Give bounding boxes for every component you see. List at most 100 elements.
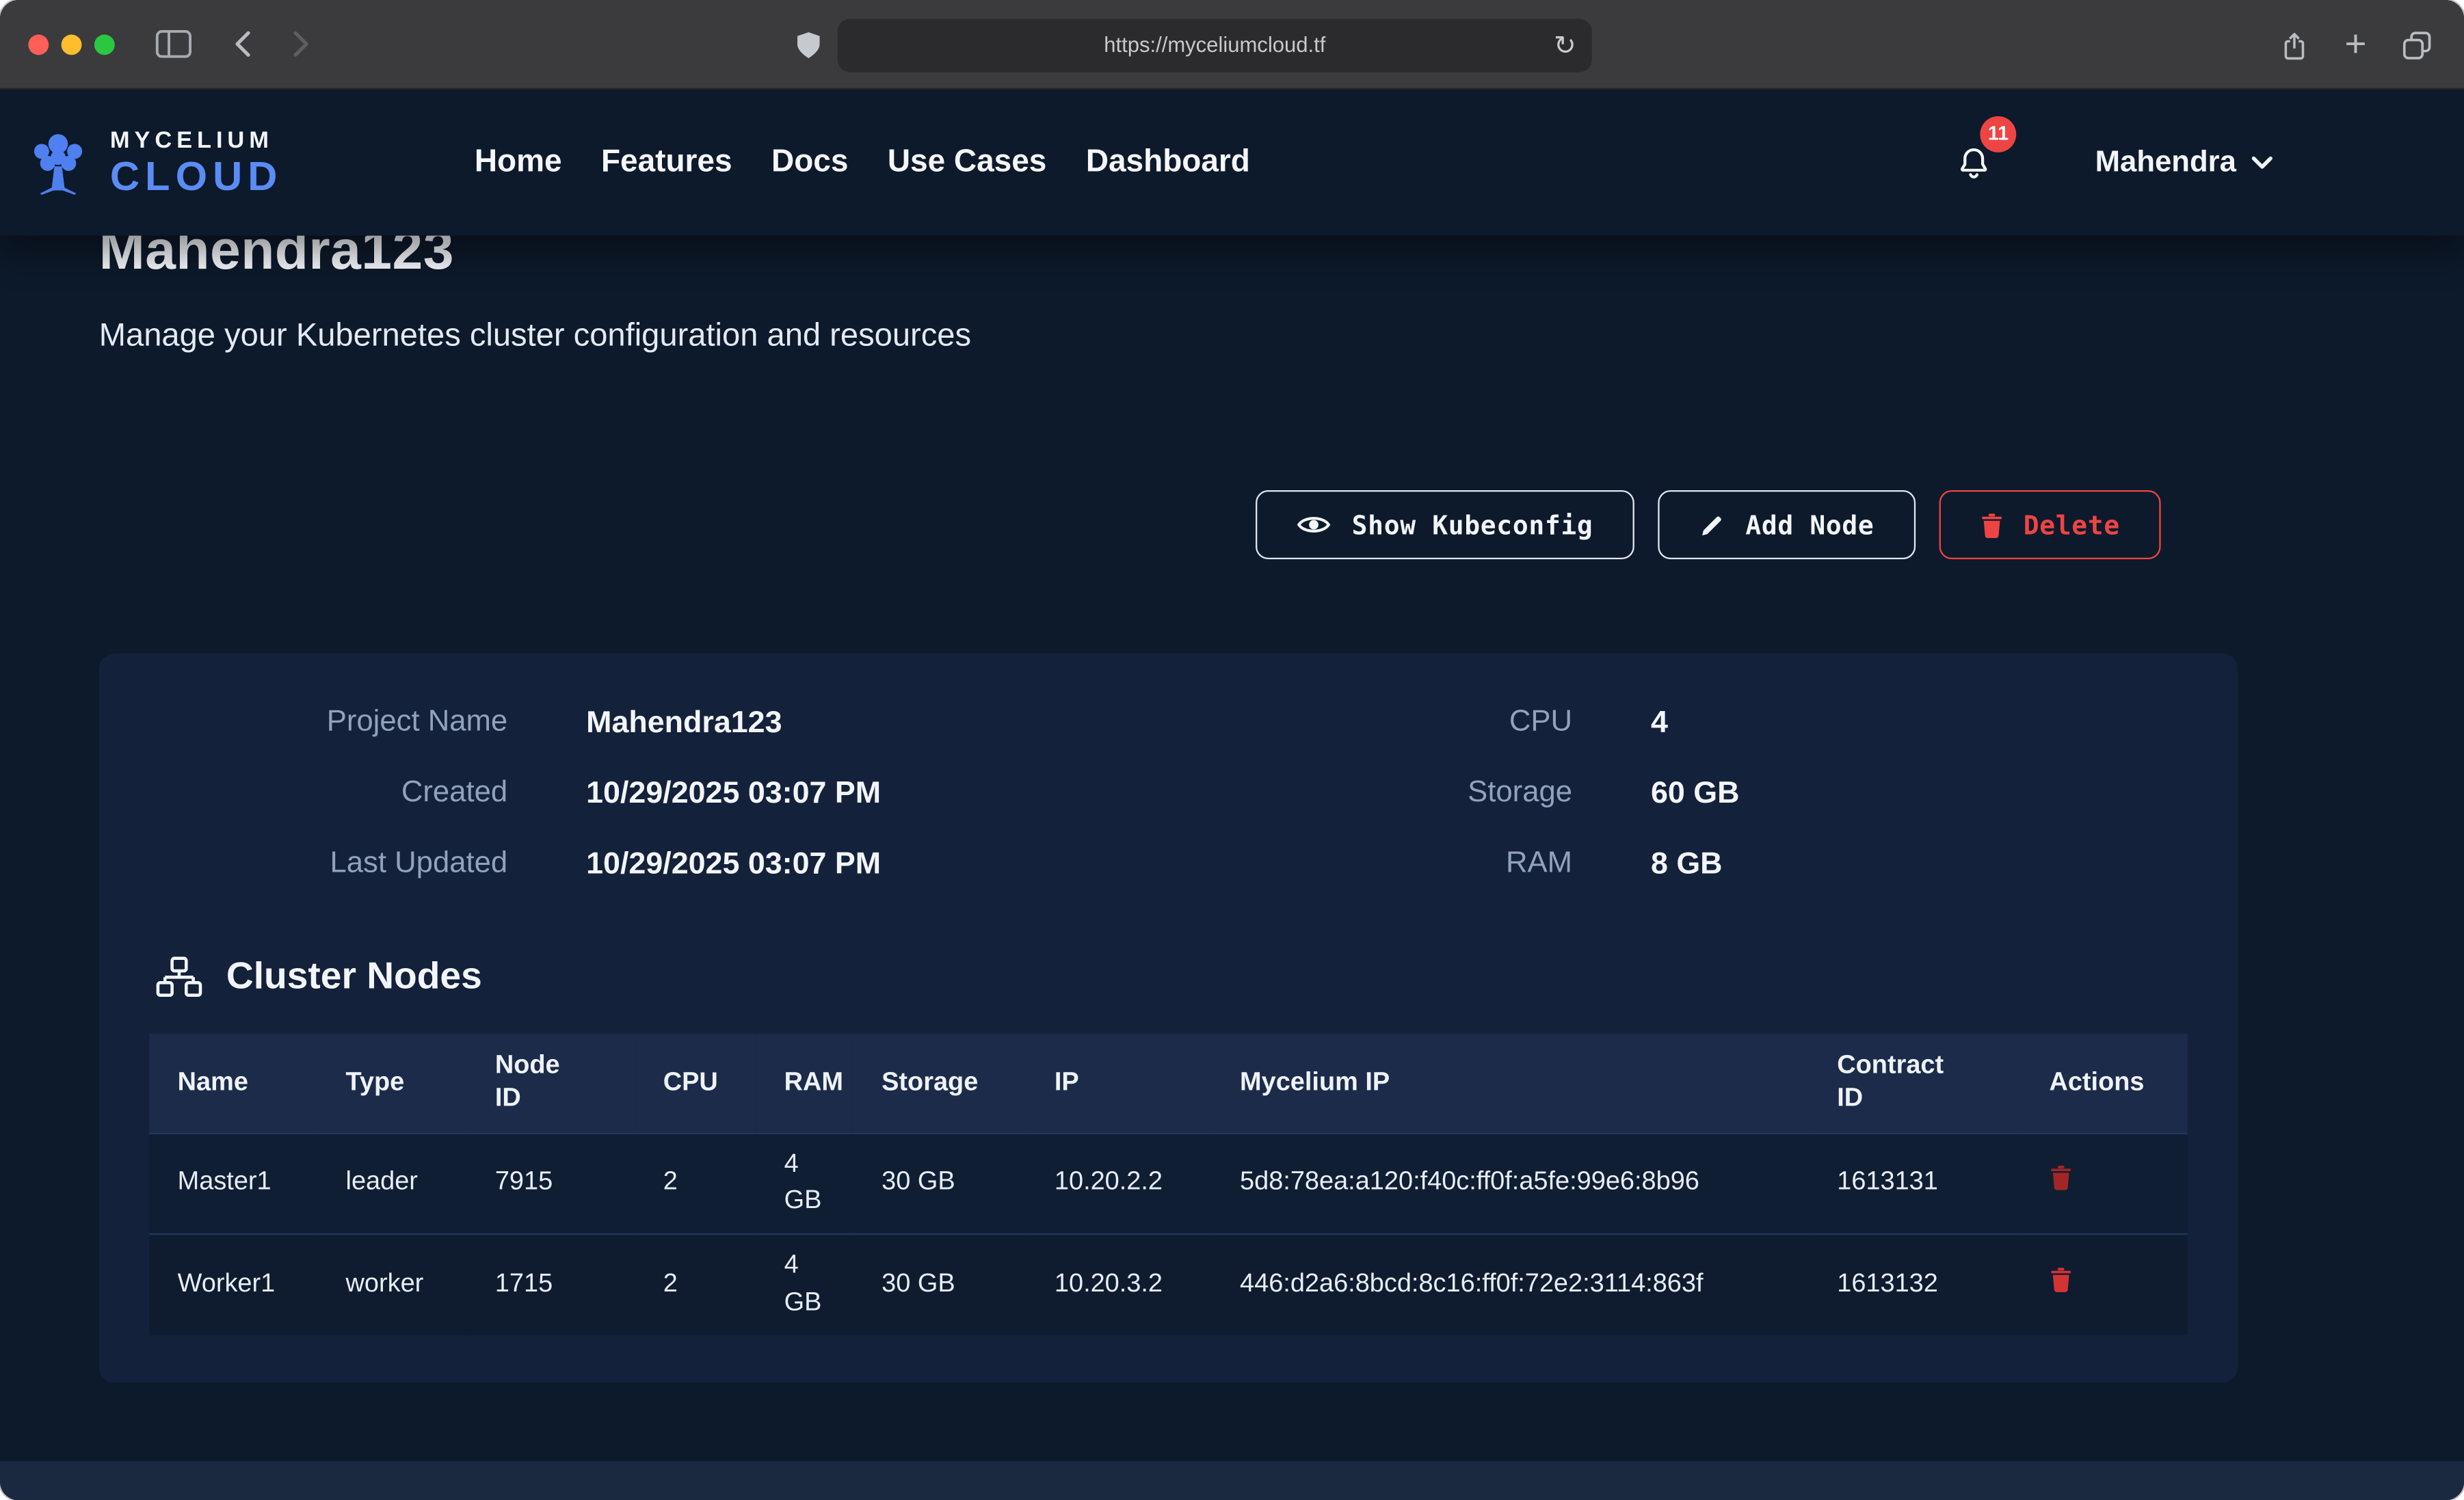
add-node-button[interactable]: Add Node <box>1658 490 1916 559</box>
reload-icon[interactable]: ↻ <box>1554 31 1576 58</box>
detail-label: Last Updated <box>149 845 507 883</box>
table-header-row: Name Type Node ID CPU RAM Storage IP Myc… <box>149 1034 2187 1133</box>
nav-link-home[interactable]: Home <box>475 144 562 180</box>
nav-link-features[interactable]: Features <box>601 144 732 180</box>
col-header-actions: Actions <box>2021 1034 2188 1133</box>
show-kubeconfig-label: Show Kubeconfig <box>1352 510 1593 540</box>
col-header-cpu: CPU <box>635 1034 756 1133</box>
node-storage-cell: 30 GB <box>853 1235 1026 1336</box>
zoom-button[interactable] <box>94 34 115 54</box>
sidebar-icon <box>155 30 191 58</box>
detail-value: 4 <box>1651 704 2188 741</box>
node-actions-cell <box>2021 1133 2188 1235</box>
share-icon <box>2279 27 2310 62</box>
node-ram-cell: 4 GB <box>756 1235 853 1336</box>
new-tab-button[interactable]: + <box>2344 26 2366 64</box>
traffic-lights <box>28 34 114 54</box>
node-type-cell: worker <box>317 1235 466 1336</box>
cluster-nodes-header: Cluster Nodes <box>155 955 2187 999</box>
detail-label: Storage <box>1168 775 1572 812</box>
plus-icon: + <box>2344 26 2366 64</box>
node-id-cell: 7915 <box>466 1133 635 1235</box>
cluster-details: Project Name Mahendra123 Created 10/29/2… <box>149 704 2187 883</box>
node-cpu-cell: 2 <box>635 1235 756 1336</box>
node-cpu-cell: 2 <box>635 1133 756 1235</box>
brand-logo-icon <box>22 130 94 196</box>
node-contract-id-cell: 1613132 <box>1809 1235 2021 1336</box>
cluster-actions: Show Kubeconfig Add Node Delete <box>0 490 2464 559</box>
notifications-button[interactable]: 11 <box>1954 141 1995 185</box>
share-button[interactable] <box>2279 27 2310 62</box>
nodes-table-wrap: Name Type Node ID CPU RAM Storage IP Myc… <box>149 1034 2187 1336</box>
cluster-card: Project Name Mahendra123 Created 10/29/2… <box>99 654 2238 1383</box>
brand-logo[interactable]: MYCELIUM CLOUD <box>22 129 282 196</box>
trash-icon <box>2049 1266 2072 1293</box>
detail-value: 10/29/2025 03:07 PM <box>586 775 1168 812</box>
back-icon <box>233 30 252 58</box>
tabs-icon <box>2401 29 2433 61</box>
nav-link-docs[interactable]: Docs <box>771 144 848 180</box>
shield-icon <box>795 29 822 61</box>
delete-label: Delete <box>2024 510 2120 540</box>
chevron-down-icon <box>2252 155 2273 170</box>
col-header-mycelium-ip: Mycelium IP <box>1212 1034 1809 1133</box>
user-menu[interactable]: Mahendra <box>2086 144 2282 181</box>
node-name-cell: Worker1 <box>149 1235 317 1336</box>
delete-node-button[interactable] <box>2049 1164 2072 1196</box>
user-name: Mahendra <box>2095 146 2236 180</box>
stage: https://myceliumcloud.tf ↻ + <box>0 0 2464 1500</box>
browser-chrome: https://myceliumcloud.tf ↻ + <box>0 0 2464 90</box>
nav-link-use-cases[interactable]: Use Cases <box>888 144 1047 180</box>
detail-value: 60 GB <box>1651 775 2188 812</box>
col-header-node-id: Node ID <box>466 1034 635 1133</box>
node-name-cell: Master1 <box>149 1133 317 1235</box>
col-header-contract-id: Contract ID <box>1809 1034 2021 1133</box>
url-zone: https://myceliumcloud.tf ↻ <box>795 0 1592 90</box>
details-left: Project Name Mahendra123 Created 10/29/2… <box>149 704 1168 883</box>
details-right: CPU 4 Storage 60 GB RAM 8 GB <box>1168 704 2187 883</box>
forward-button[interactable] <box>292 30 311 58</box>
brand-line2: CLOUD <box>110 155 283 196</box>
back-button[interactable] <box>233 30 252 58</box>
node-ip-cell: 10.20.3.2 <box>1026 1235 1212 1336</box>
url-bar[interactable]: https://myceliumcloud.tf ↻ <box>838 18 1592 71</box>
close-button[interactable] <box>28 34 49 54</box>
node-actions-cell <box>2021 1235 2188 1336</box>
detail-value: Mahendra123 <box>586 704 1168 741</box>
node-mycelium-ip-cell: 446:d2a6:8bcd:8c16:ff0f:72e2:3114:863f <box>1212 1235 1809 1336</box>
col-header-ip: IP <box>1026 1034 1212 1133</box>
minimize-button[interactable] <box>62 34 82 54</box>
delete-cluster-button[interactable]: Delete <box>1939 490 2161 559</box>
notification-badge: 11 <box>1980 116 2016 152</box>
detail-value: 10/29/2025 03:07 PM <box>586 845 1168 883</box>
node-ip-cell: 10.20.2.2 <box>1026 1133 1212 1235</box>
detail-label: Created <box>149 775 507 812</box>
table-row: Worker1 worker 1715 2 4 GB 30 GB 10.20.3… <box>149 1235 2187 1336</box>
detail-label: RAM <box>1168 845 1572 883</box>
node-id-cell: 1715 <box>466 1235 635 1336</box>
tab-overview-button[interactable] <box>2401 29 2433 61</box>
table-row: Master1 leader 7915 2 4 GB 30 GB 10.20.2… <box>149 1133 2187 1235</box>
node-mycelium-ip-cell: 5d8:78ea:a120:f40c:ff0f:a5fe:99e6:8b96 <box>1212 1133 1809 1235</box>
url-text: https://myceliumcloud.tf <box>1104 33 1325 56</box>
privacy-shield-button[interactable] <box>795 29 822 61</box>
show-kubeconfig-button[interactable]: Show Kubeconfig <box>1256 490 1634 559</box>
eye-icon <box>1297 512 1332 537</box>
brand-line1: MYCELIUM <box>110 129 283 152</box>
sidebar-toggle-button[interactable] <box>155 30 191 58</box>
trash-icon <box>1979 511 2002 538</box>
nav-right: 11 Mahendra <box>1954 141 2282 185</box>
delete-node-button[interactable] <box>2049 1266 2072 1298</box>
page-subtitle: Manage your Kubernetes cluster configura… <box>99 314 2464 358</box>
col-header-type: Type <box>317 1034 466 1133</box>
toolbar-left <box>155 30 310 58</box>
node-contract-id-cell: 1613131 <box>1809 1133 2021 1235</box>
toolbar-right: + <box>2279 0 2433 90</box>
nodes-table: Name Type Node ID CPU RAM Storage IP Myc… <box>149 1034 2187 1336</box>
node-storage-cell: 30 GB <box>853 1133 1026 1235</box>
col-header-name: Name <box>149 1034 317 1133</box>
detail-label: CPU <box>1168 704 1572 741</box>
nav-link-dashboard[interactable]: Dashboard <box>1086 144 1250 180</box>
app-page: MYCELIUM CLOUD Home Features Docs Use Ca… <box>0 90 2464 1500</box>
add-node-label: Add Node <box>1745 510 1874 540</box>
